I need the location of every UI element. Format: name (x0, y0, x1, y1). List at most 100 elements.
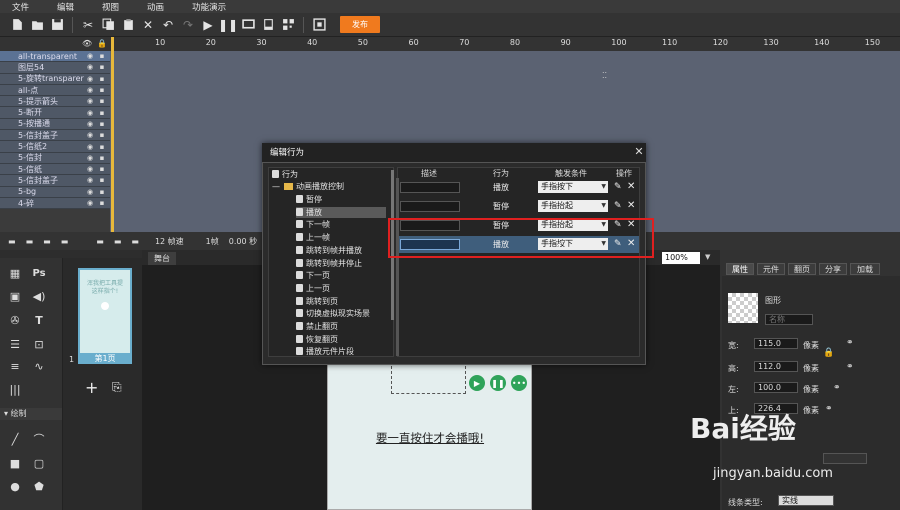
eye-icon[interactable]: ◉ (86, 109, 94, 117)
tree-item[interactable]: 恢复翻页 (296, 334, 338, 345)
width-input[interactable]: 115.0 (754, 338, 798, 349)
delete-icon[interactable]: ✕ (141, 18, 155, 32)
redo-icon[interactable]: ↷ (181, 18, 195, 32)
lock-icon[interactable]: ▪ (98, 165, 106, 173)
trigger-select[interactable]: 手指按下 (538, 181, 608, 193)
layer-row[interactable]: 5-信封盖子 ◉ ▪ (0, 130, 110, 142)
play-icon[interactable]: ▶ (201, 18, 215, 32)
add-page-icon[interactable]: + (85, 378, 98, 397)
edit-icon[interactable]: ✎ (614, 200, 624, 212)
grid-tool-icon[interactable]: ▦ (8, 266, 22, 280)
layer-row[interactable]: 5-旋转transparer ◉ ▪ (0, 73, 110, 85)
tree-item[interactable]: 上一帧 (296, 232, 330, 243)
blank-frame-icon[interactable]: ▬ (114, 237, 122, 246)
layer-row[interactable]: 图层54 ◉ ▪ (0, 62, 110, 74)
curve-tool-icon[interactable]: ⌒ (32, 432, 46, 446)
lock-icon[interactable]: ▪ (98, 120, 106, 128)
tree-item[interactable]: 暂停 (296, 194, 322, 205)
layer-row[interactable]: 5-提示箭头 ◉ ▪ (0, 96, 110, 108)
rounded-rect-tool-icon[interactable]: ▢ (32, 456, 46, 470)
audio-tool-icon[interactable]: ◀) (32, 289, 46, 303)
lock-icon[interactable]: ▪ (98, 97, 106, 105)
polygon-tool-icon[interactable]: ⬟ (32, 479, 46, 493)
delete-icon[interactable]: ✕ (627, 181, 637, 193)
playhead[interactable] (111, 37, 114, 232)
tree-item[interactable]: 播放元件片段 (296, 346, 354, 357)
photoshop-import-icon[interactable]: Ps (32, 266, 46, 280)
tree-item[interactable]: 跳转到页 (296, 296, 338, 307)
undo-icon[interactable]: ↶ (161, 18, 175, 32)
tab-stage[interactable]: 舞台 (148, 252, 176, 265)
chart-tool-icon[interactable]: ∿ (32, 359, 46, 373)
qrcode-icon[interactable] (281, 18, 295, 32)
menu-animation[interactable]: 动画 (147, 1, 164, 13)
layer-row[interactable]: 5-按播通 ◉ ▪ (0, 118, 110, 131)
layer-row[interactable]: 5-信封盖子 ◉ ▪ (0, 175, 110, 187)
export-icon[interactable] (312, 18, 326, 32)
menu-view[interactable]: 视图 (102, 1, 119, 13)
layer-row[interactable]: 5-信封 ◉ ▪ (0, 152, 110, 164)
page-thumbnail[interactable]: 浑我把工具提这样指个! (78, 268, 132, 364)
lock-icon[interactable]: ▪ (98, 176, 106, 184)
link-icon[interactable]: ⚭ (846, 362, 854, 372)
keyframe-icon[interactable]: ▬ (96, 237, 104, 246)
preview-icon[interactable] (241, 18, 255, 32)
pause-icon[interactable]: ❚❚ (218, 18, 238, 32)
collapse-icon[interactable]: — (272, 182, 280, 191)
eye-icon[interactable]: ◉ (86, 97, 94, 105)
link-icon[interactable]: ⚭ (825, 404, 833, 414)
close-icon[interactable]: ✕ (633, 146, 645, 158)
eye-icon[interactable]: ◉ (86, 154, 94, 162)
behavior-row[interactable]: 暂停 手指抬起 ✎✕ (398, 198, 639, 215)
mobile-preview-icon[interactable] (261, 18, 275, 32)
add-layer-icon[interactable]: ▬ (8, 237, 16, 246)
form-tool-icon[interactable]: ≡ (8, 359, 22, 373)
eye-icon[interactable]: 👁 (82, 39, 92, 48)
import-page-icon[interactable]: ⎘ (112, 380, 122, 395)
tree-item[interactable]: 跳转到帧并播放 (296, 245, 362, 256)
paste-icon[interactable] (121, 18, 135, 32)
pause-circle-icon[interactable]: ❚❚ (490, 375, 506, 391)
eye-icon[interactable]: ◉ (86, 131, 94, 139)
eye-icon[interactable]: ◉ (86, 120, 94, 128)
timeline-ruler[interactable]: 10 20 30 40 50 60 70 80 90 100 110 120 130 140 150 (110, 37, 900, 51)
menu-file[interactable]: 文件 (12, 1, 29, 13)
edit-icon[interactable]: ✎ (614, 181, 624, 193)
copy-layer-icon[interactable]: ▬ (43, 237, 51, 246)
lock-icon[interactable]: ▪ (98, 188, 106, 196)
layer-row[interactable]: 5-断开 ◉ ▪ (0, 107, 110, 119)
layer-row[interactable]: all-transparent ◉ ▪ (0, 51, 110, 63)
copy-icon[interactable] (101, 18, 115, 32)
tree-item[interactable]: 下一页 (296, 270, 330, 281)
tree-item[interactable]: 切换虚拟现实场景 (296, 308, 370, 319)
new-file-icon[interactable] (10, 18, 24, 32)
tree-item[interactable]: 播放 (296, 206, 386, 218)
tab-page-turn[interactable]: 翻页 (788, 263, 816, 275)
list-tool-icon[interactable]: ☰ (8, 337, 22, 351)
tab-share[interactable]: 分享 (819, 263, 847, 275)
text-tool-icon[interactable]: T (32, 313, 46, 327)
layer-row[interactable]: all-点 ◉ ▪ (0, 84, 110, 97)
line-type-select[interactable]: 实线 (778, 495, 834, 506)
tab-load[interactable]: 加载 (850, 263, 880, 275)
play-circle-icon[interactable]: ▶ (469, 375, 485, 391)
layer-row[interactable]: 5-信纸2 ◉ ▪ (0, 141, 110, 153)
description-input[interactable] (400, 201, 460, 212)
lock-icon[interactable]: ▪ (98, 131, 106, 139)
rectangle-tool-icon[interactable]: ■ (8, 456, 22, 470)
link-icon[interactable]: ⚭ (833, 383, 841, 393)
tab-component[interactable]: 元件 (757, 263, 785, 275)
tree-item[interactable]: 上一页 (296, 283, 330, 294)
name-input[interactable]: 名称 (765, 314, 813, 325)
tree-item[interactable]: 跳转到帧并停止 (296, 258, 362, 269)
height-input[interactable]: 112.0 (754, 361, 798, 372)
eye-icon[interactable]: ◉ (86, 176, 94, 184)
trigger-select[interactable]: 手指抬起 (538, 200, 608, 212)
publish-button[interactable]: 发布 (340, 16, 380, 33)
tree-item[interactable]: 下一帧 (296, 219, 330, 230)
open-folder-icon[interactable] (30, 18, 44, 32)
menu-demo[interactable]: 功能演示 (192, 1, 226, 13)
eye-icon[interactable]: ◉ (86, 52, 94, 60)
lock-icon[interactable]: ▪ (98, 199, 106, 207)
layer-row[interactable]: 5-信纸 ◉ ▪ (0, 163, 110, 176)
